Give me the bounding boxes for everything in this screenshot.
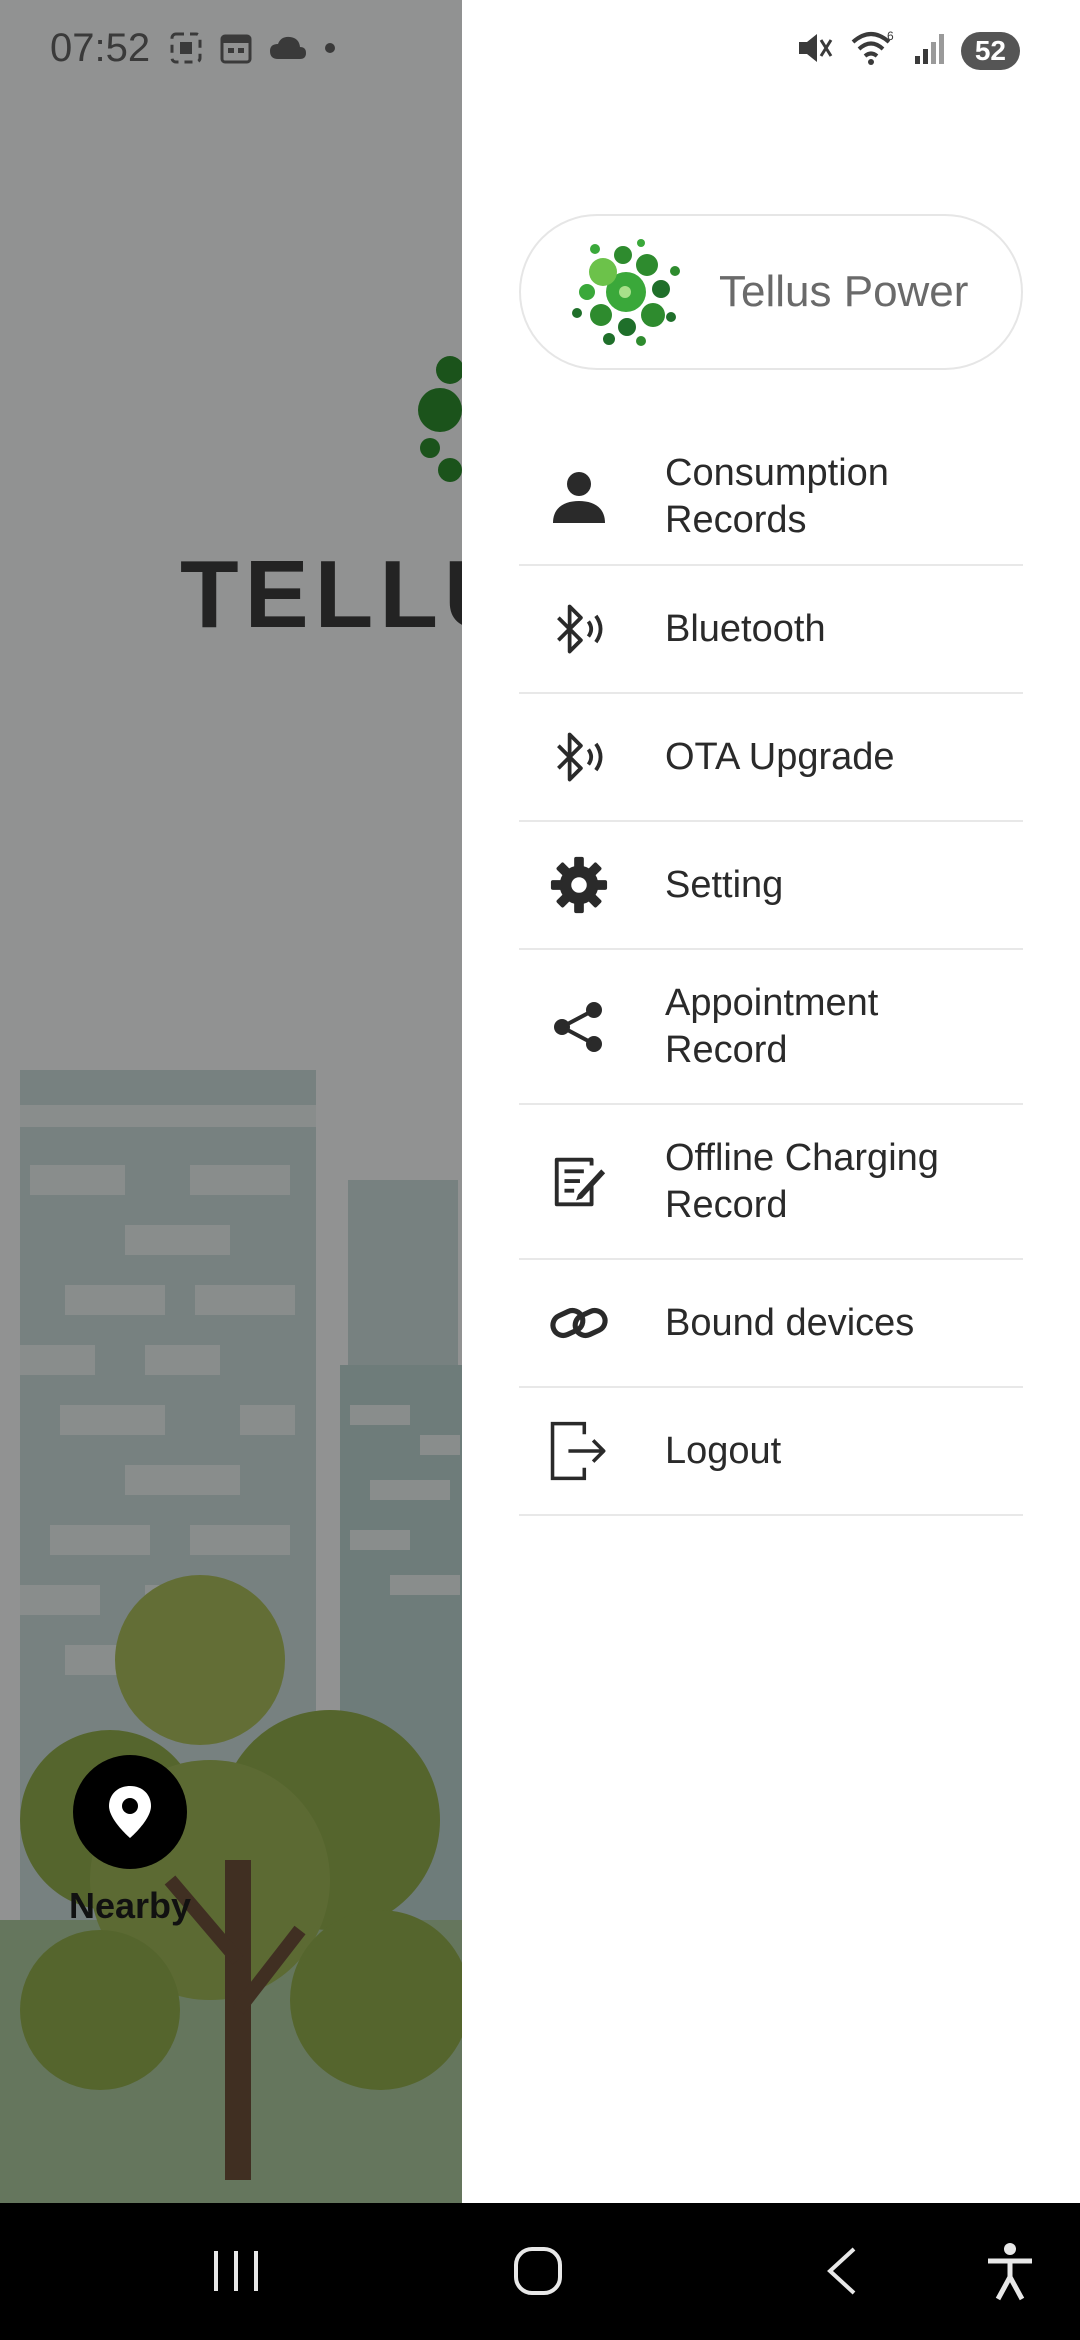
recent-apps-icon [214, 2251, 258, 2291]
dot-icon [322, 40, 338, 61]
system-navigation-bar [0, 2203, 1080, 2340]
tellus-logo-icon [572, 239, 680, 346]
status-bar: 07:52 6 52 [0, 0, 1080, 100]
menu-item-setting[interactable]: Setting [519, 822, 1023, 950]
menu-item-label: Setting [665, 863, 784, 906]
accessibility-icon [988, 2243, 1032, 2301]
gear-icon [519, 854, 609, 916]
screenshot-icon [168, 30, 204, 71]
bluetooth-icon [519, 725, 609, 789]
menu-item-logout[interactable]: Logout [519, 1388, 1023, 1516]
home-button[interactable] [508, 2241, 568, 2306]
menu-item-label: Logout [665, 1429, 782, 1472]
menu-item-bluetooth[interactable]: Bluetooth [519, 566, 1023, 694]
calendar-icon [218, 30, 254, 71]
status-left-icons [168, 30, 338, 71]
bluetooth-icon [519, 597, 609, 661]
menu-item-label: Consumption Records [665, 452, 889, 541]
back-icon [827, 2247, 856, 2295]
menu-item-label: Bluetooth [665, 607, 826, 650]
mute-icon [795, 30, 835, 71]
drawer-menu: Consumption Records Bluetooth OTA Upgrad… [519, 430, 1023, 1516]
recent-apps-button[interactable] [208, 2241, 264, 2306]
menu-item-label: Appointment Record [665, 981, 879, 1071]
svg-text:6: 6 [887, 29, 894, 43]
cloud-icon [268, 33, 308, 68]
battery-indicator: 52 [960, 31, 1020, 70]
menu-item-label: OTA Upgrade [665, 735, 895, 778]
person-icon [519, 467, 609, 527]
edit-note-icon [519, 1151, 609, 1213]
brand-card: Tellus Power [519, 214, 1023, 370]
menu-item-ota-upgrade[interactable]: OTA Upgrade [519, 694, 1023, 822]
back-button[interactable] [816, 2241, 866, 2306]
menu-item-appointment-record[interactable]: Appointment Record [519, 950, 1023, 1105]
location-pin-icon [73, 1755, 187, 1869]
home-icon [514, 2247, 562, 2295]
menu-item-label: Offline Charging Record [665, 1136, 939, 1226]
menu-item-offline-charging-record[interactable]: Offline Charging Record [519, 1105, 1023, 1260]
status-time: 07:52 [50, 26, 151, 70]
accessibility-button[interactable] [982, 2241, 1038, 2306]
brand-name: Tellus Power [719, 267, 969, 316]
nearby-button[interactable]: Nearby [60, 1755, 200, 1927]
menu-item-label: Bound devices [665, 1301, 915, 1344]
status-right-icons: 6 52 [795, 28, 1020, 73]
link-icon [519, 1295, 609, 1351]
menu-item-consumption-records[interactable]: Consumption Records [519, 430, 1023, 566]
menu-item-bound-devices[interactable]: Bound devices [519, 1260, 1023, 1388]
logout-icon [519, 1416, 609, 1486]
nearby-label: Nearby [68, 1885, 192, 1926]
navigation-drawer: Tellus Power Consumption Records Bluetoo… [462, 0, 1080, 2203]
signal-icon [913, 30, 947, 71]
share-icon [519, 998, 609, 1056]
wifi-icon: 6 [849, 28, 899, 73]
